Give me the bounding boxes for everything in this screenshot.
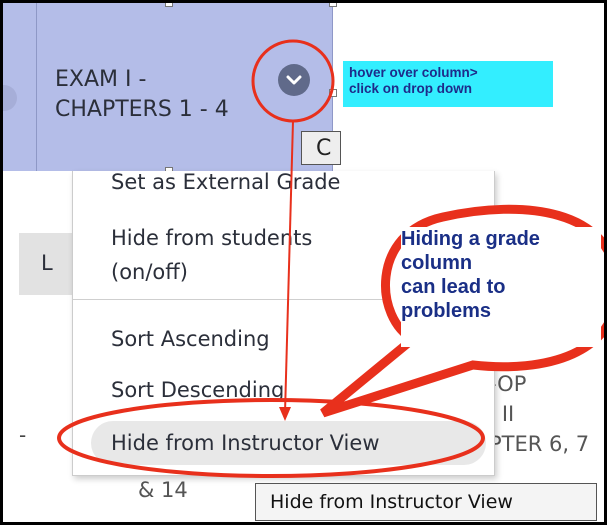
arrow-head: [279, 407, 291, 421]
highlight-ellipse: [57, 398, 485, 478]
warning-callout: Hiding a grade column can lead to proble…: [401, 227, 601, 347]
screenshot-frame: L - & 14 -OP I II PTER 6, 7 EXAM I - CHA…: [0, 0, 607, 525]
highlight-circle: [251, 39, 335, 123]
arrow-line: [284, 120, 294, 414]
